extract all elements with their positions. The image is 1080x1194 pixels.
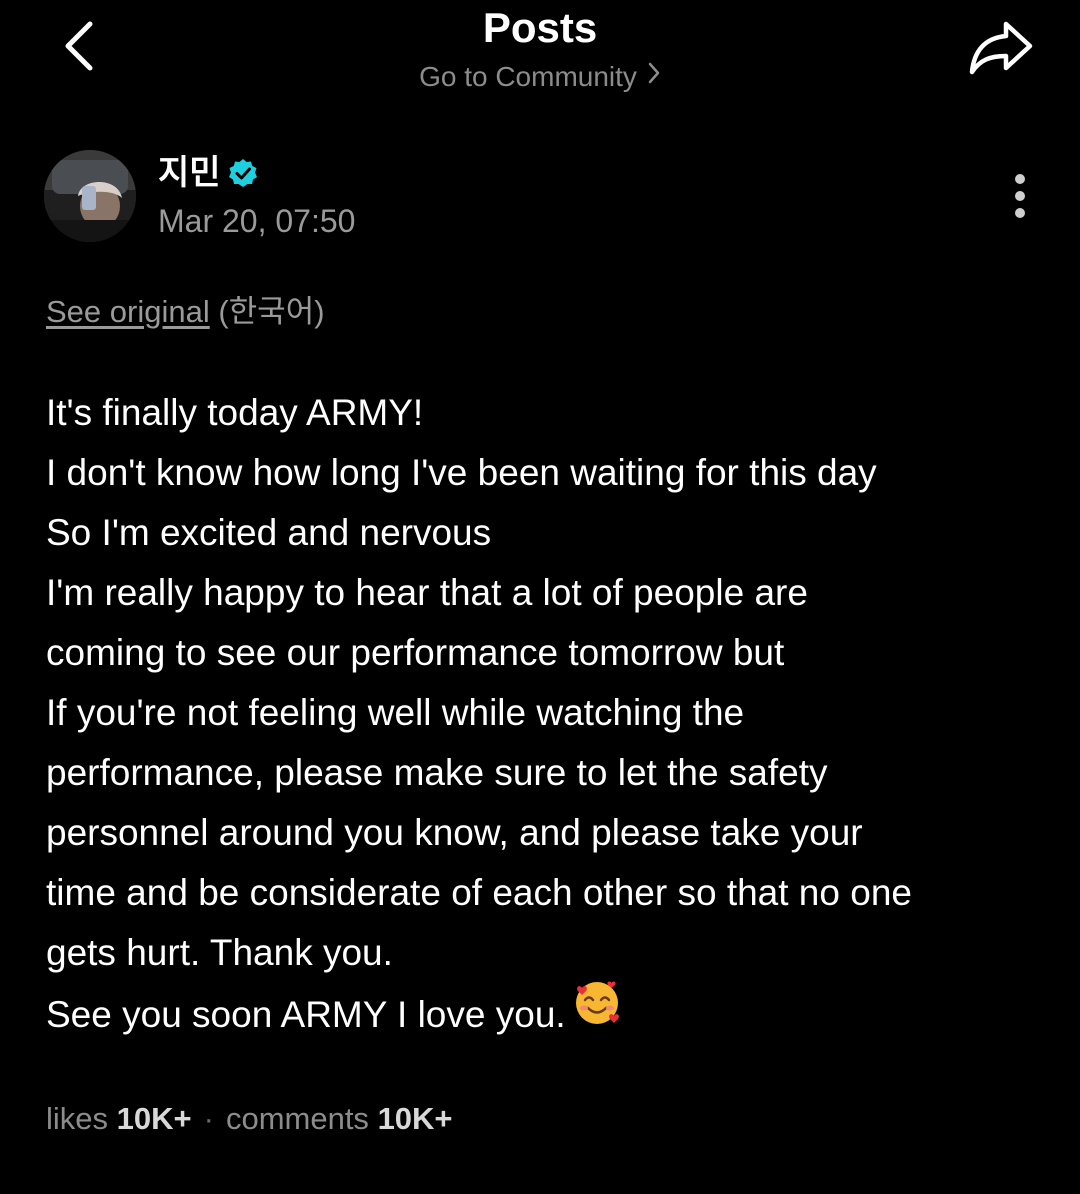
likes-count: 10K+ — [116, 1101, 192, 1136]
stats-separator: · — [203, 1101, 214, 1136]
more-vertical-icon — [1015, 174, 1025, 218]
likes-stat[interactable]: likes 10K+ — [46, 1101, 192, 1136]
top-bar: Posts Go to Community — [0, 0, 1080, 110]
page-title: Posts — [482, 4, 598, 51]
post-text-line: See you soon ARMY I love you. — [46, 993, 566, 1035]
share-button[interactable] — [962, 14, 1040, 82]
post-text-line: gets hurt. Thank you. — [46, 932, 393, 973]
post-timestamp: Mar 20, 07:50 — [158, 203, 356, 239]
see-original-link[interactable]: See original — [46, 294, 210, 329]
post-text-line: time and be considerate of each other so… — [46, 872, 912, 913]
smiling-face-with-hearts-icon — [572, 977, 622, 1045]
post-text-line: It's finally today ARMY! — [46, 392, 424, 433]
post-author: 지민 Mar 20, 07:50 — [44, 150, 1034, 246]
likes-label: likes — [46, 1101, 109, 1136]
author-name[interactable]: 지민 — [158, 152, 221, 194]
chevron-right-icon — [647, 57, 661, 95]
post-text-line: coming to see our performance tomorrow b… — [46, 632, 785, 673]
more-options-button[interactable] — [1000, 168, 1040, 224]
avatar[interactable] — [44, 150, 136, 242]
post-text-line: If you're not feeling well while watchin… — [46, 692, 745, 733]
author-name-row: 지민 — [158, 152, 259, 194]
comments-label: comments — [225, 1101, 369, 1136]
post-text-line: So I'm excited and nervous — [46, 512, 492, 553]
share-arrow-icon — [969, 21, 1033, 75]
go-to-community-link[interactable]: Go to Community — [0, 58, 1080, 98]
post-text-line: performance, please make sure to let the… — [46, 752, 828, 793]
translation-row: See original (한국어) — [46, 290, 325, 334]
comments-count: 10K+ — [377, 1101, 453, 1136]
post-text-line: I'm really happy to hear that a lot of p… — [46, 572, 808, 613]
post-body: It's finally today ARMY! I don't know ho… — [46, 383, 1046, 1051]
post-stats: likes 10K+ · comments 10K+ — [46, 1096, 453, 1142]
comments-stat[interactable]: comments 10K+ — [226, 1101, 453, 1136]
post-text-line: personnel around you know, and please ta… — [46, 812, 863, 853]
original-language-label: (한국어) — [218, 294, 325, 329]
verified-badge-icon — [227, 157, 259, 189]
post-text-line: I don't know how long I've been waiting … — [46, 452, 877, 493]
community-link-label: Go to Community — [419, 61, 637, 92]
post-text-line-last: See you soon ARMY I love you. — [46, 981, 1046, 1051]
profile-photo-icon — [44, 150, 136, 242]
